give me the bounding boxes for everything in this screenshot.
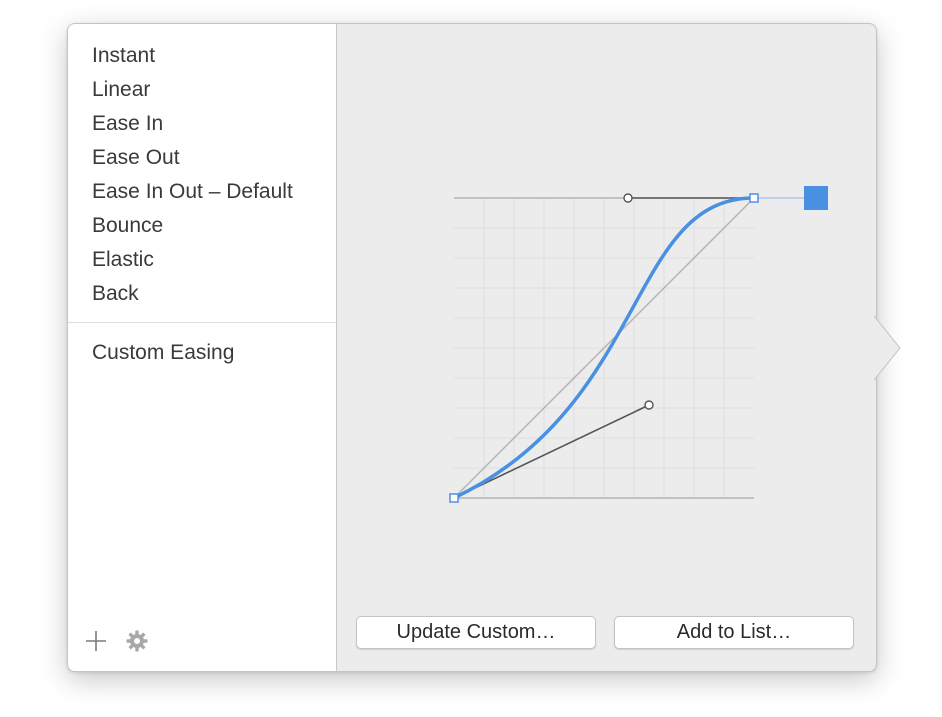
add-to-list-button[interactable]: Add to List… — [614, 616, 854, 649]
easing-preset-sidebar: Instant Linear Ease In Ease Out Ease In … — [68, 24, 337, 671]
curve-editor-panel: Update Custom… Add to List… — [337, 24, 876, 671]
custom-preset-item-custom-easing[interactable]: Custom Easing — [92, 336, 234, 370]
update-custom-button[interactable]: Update Custom… — [356, 616, 596, 649]
easing-popover: Instant Linear Ease In Ease Out Ease In … — [67, 23, 877, 672]
preset-item-back[interactable]: Back — [92, 277, 293, 311]
preset-item-ease-in-out-default[interactable]: Ease In Out – Default — [92, 175, 293, 209]
list-divider — [68, 322, 336, 323]
gear-icon[interactable] — [126, 630, 148, 652]
animation-preview-square — [804, 186, 828, 210]
preset-item-ease-out[interactable]: Ease Out — [92, 141, 293, 175]
preset-list: Instant Linear Ease In Ease Out Ease In … — [92, 39, 293, 311]
control-point-handle-1[interactable] — [644, 400, 654, 410]
bezier-curve-editor — [449, 186, 828, 503]
curve-start-point — [449, 493, 459, 503]
preset-item-ease-in[interactable]: Ease In — [92, 107, 293, 141]
preset-item-instant[interactable]: Instant — [92, 39, 293, 73]
preset-item-elastic[interactable]: Elastic — [92, 243, 293, 277]
plus-icon[interactable] — [84, 629, 108, 653]
curve-end-point — [749, 193, 759, 203]
preset-item-linear[interactable]: Linear — [92, 73, 293, 107]
preset-item-bounce[interactable]: Bounce — [92, 209, 293, 243]
control-point-handle-2[interactable] — [623, 193, 633, 203]
popover-arrow — [874, 316, 901, 380]
